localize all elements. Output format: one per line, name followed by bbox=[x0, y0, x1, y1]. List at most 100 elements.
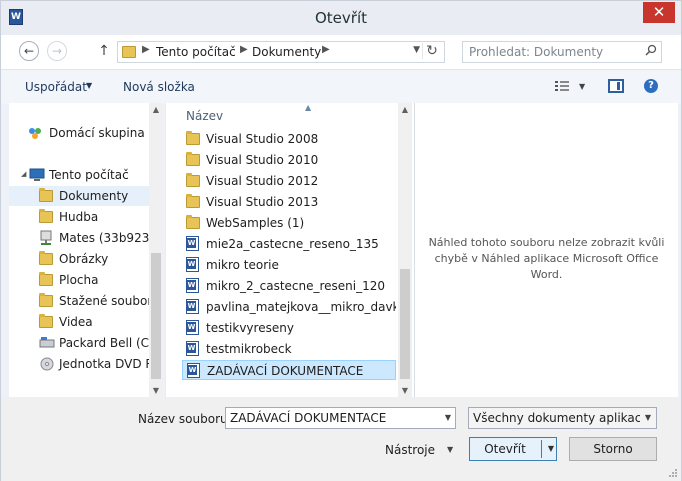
navigation-pane: Domácí skupina ◢ Tento počítač Dokumenty… bbox=[9, 103, 163, 397]
list-item[interactable]: mikro_2_castecne_reseni_120 bbox=[182, 276, 396, 296]
tools-button[interactable]: Nástroje bbox=[385, 443, 435, 457]
filename-label: Název souboru: bbox=[138, 412, 232, 426]
word-document-icon bbox=[186, 236, 199, 251]
list-item[interactable]: Visual Studio 2010 bbox=[182, 150, 396, 170]
search-icon[interactable] bbox=[645, 44, 657, 56]
help-icon[interactable]: ? bbox=[644, 79, 658, 93]
list-item[interactable]: Visual Studio 2008 bbox=[182, 129, 396, 149]
open-button[interactable]: Otevřít ▼ bbox=[469, 437, 557, 461]
file-list-scrollbar[interactable]: ▲ ▼ bbox=[398, 103, 412, 397]
history-dropdown-icon[interactable]: ▼ bbox=[413, 45, 420, 55]
scroll-down-arrow-icon[interactable]: ▼ bbox=[149, 386, 163, 395]
view-dropdown-icon[interactable]: ▼ bbox=[579, 82, 585, 91]
file-name: testmikrobeck bbox=[206, 342, 292, 356]
folder-icon bbox=[186, 215, 200, 229]
resize-grip-icon[interactable] bbox=[668, 468, 678, 478]
chevron-down-icon[interactable]: ▼ bbox=[86, 81, 92, 90]
pictures-folder-icon bbox=[39, 251, 53, 265]
chevron-down-icon[interactable]: ▼ bbox=[447, 445, 453, 454]
sidebar-item-documents[interactable]: Dokumenty bbox=[9, 186, 149, 206]
organize-button[interactable]: Uspořádat bbox=[25, 80, 87, 94]
chevron-down-icon[interactable]: ▼ bbox=[445, 413, 451, 422]
close-icon: ✕ bbox=[652, 3, 666, 21]
file-name: mikro teorie bbox=[206, 258, 279, 272]
sidebar-item-videos[interactable]: Videa bbox=[9, 312, 149, 332]
list-item[interactable]: pavlina_matejkova__mikro_davka1_5 bbox=[182, 297, 396, 317]
sidebar-item-mates[interactable]: Mates (33b9237f9 bbox=[9, 228, 163, 248]
breadcrumb-documents[interactable]: Dokumenty bbox=[252, 45, 321, 59]
address-bar[interactable]: ▶ Tento počítač ▶ Dokumenty ▶ ▼ ↻ bbox=[117, 41, 445, 63]
word-document-icon bbox=[186, 341, 199, 356]
file-name: Visual Studio 2012 bbox=[206, 174, 319, 188]
file-name: mikro_2_castecne_reseni_120 bbox=[206, 279, 386, 293]
sidebar-item-label: Obrázky bbox=[59, 252, 109, 266]
close-button[interactable]: ✕ bbox=[643, 2, 675, 23]
list-item-selected[interactable]: ZADÁVACÍ DOKUMENTACE bbox=[182, 360, 396, 380]
sidebar-item-label: Mates (33b9237f9 bbox=[59, 231, 163, 245]
search-input[interactable] bbox=[469, 44, 639, 60]
videos-folder-icon bbox=[39, 314, 53, 328]
list-item[interactable]: testikvyreseny bbox=[182, 318, 396, 338]
navigation-scrollbar[interactable]: ▲ ▼ bbox=[149, 103, 163, 397]
sidebar-item-homegroup[interactable]: Domácí skupina bbox=[9, 123, 149, 143]
expand-arrow-icon[interactable]: ◢ bbox=[21, 170, 26, 178]
file-name: testikvyreseny bbox=[206, 321, 294, 335]
desktop-folder-icon bbox=[39, 272, 53, 286]
chevron-down-icon: ▼ bbox=[640, 408, 656, 428]
network-drive-icon bbox=[40, 230, 52, 245]
scroll-up-arrow-icon[interactable]: ▲ bbox=[398, 105, 412, 114]
list-item[interactable]: mikro teorie bbox=[182, 255, 396, 275]
list-item[interactable]: Visual Studio 2012 bbox=[182, 171, 396, 191]
scrollbar-thumb[interactable] bbox=[151, 253, 161, 379]
forward-button[interactable]: → bbox=[47, 41, 67, 61]
open-options-dropdown-icon[interactable]: ▼ bbox=[548, 438, 554, 460]
folder-icon bbox=[186, 131, 200, 145]
split-divider bbox=[541, 440, 542, 458]
folder-icon bbox=[186, 194, 200, 208]
sidebar-item-pictures[interactable]: Obrázky bbox=[9, 249, 149, 269]
file-name: Visual Studio 2008 bbox=[206, 132, 319, 146]
cancel-button[interactable]: Storno bbox=[569, 437, 657, 461]
preview-pane-icon[interactable] bbox=[608, 79, 624, 93]
folder-icon bbox=[186, 173, 200, 187]
preview-message: Náhled tohoto souboru nelze zobrazit kvů… bbox=[419, 235, 674, 283]
sidebar-item-dvd[interactable]: Jednotka DVD RV bbox=[9, 354, 161, 374]
view-options-icon[interactable] bbox=[554, 79, 570, 93]
file-type-select[interactable]: Všechny dokumenty aplikace W ▼ bbox=[468, 407, 657, 429]
downloads-folder-icon bbox=[39, 293, 53, 307]
navigation-bar: ← → ↑ ▶ Tento počítač ▶ Dokumenty ▶ ▼ ↻ bbox=[1, 35, 681, 69]
word-document-icon bbox=[186, 257, 199, 272]
preview-message-line: chybě v Náhled aplikace Microsoft Office… bbox=[434, 252, 659, 281]
sidebar-item-this-pc[interactable]: ◢ Tento počítač bbox=[9, 165, 149, 185]
file-name: WebSamples (1) bbox=[206, 216, 305, 230]
list-item[interactable]: testmikrobeck bbox=[182, 339, 396, 359]
open-dialog: W Otevřít ✕ ← → ↑ ▶ Tento počítač ▶ Doku… bbox=[0, 0, 682, 481]
window-title: Otevřít bbox=[314, 9, 367, 27]
word-document-icon bbox=[186, 320, 199, 335]
refresh-button[interactable]: ↻ bbox=[422, 43, 441, 59]
sidebar-item-drive-c[interactable]: Packard Bell (C:) bbox=[9, 333, 158, 353]
up-button[interactable]: ↑ bbox=[97, 43, 111, 59]
column-header-name[interactable]: Název bbox=[186, 109, 223, 123]
new-folder-button[interactable]: Nová složka bbox=[123, 80, 195, 94]
scroll-up-arrow-icon[interactable]: ▲ bbox=[149, 105, 163, 114]
preview-pane: Náhled tohoto souboru nelze zobrazit kvů… bbox=[414, 103, 678, 397]
breadcrumb-this-pc[interactable]: Tento počítač bbox=[156, 45, 236, 59]
list-item[interactable]: WebSamples (1) bbox=[182, 213, 396, 233]
back-button[interactable]: ← bbox=[19, 41, 39, 61]
file-name: mie2a_castecne_reseno_135 bbox=[206, 237, 379, 251]
word-document-icon bbox=[186, 278, 199, 293]
sidebar-item-downloads[interactable]: Stažené soubory bbox=[9, 291, 159, 311]
sidebar-item-desktop[interactable]: Plocha bbox=[9, 270, 149, 290]
filename-field[interactable]: ZADÁVACÍ DOKUMENTACE ▼ bbox=[225, 407, 456, 429]
search-box bbox=[462, 41, 662, 63]
homegroup-icon bbox=[29, 128, 41, 139]
sidebar-item-label: Videa bbox=[59, 315, 93, 329]
scroll-down-arrow-icon[interactable]: ▼ bbox=[398, 386, 412, 395]
list-item[interactable]: mie2a_castecne_reseno_135 bbox=[182, 234, 396, 254]
sidebar-item-music[interactable]: Hudba bbox=[9, 207, 149, 227]
list-item[interactable]: Visual Studio 2013 bbox=[182, 192, 396, 212]
preview-message-line: Náhled tohoto souboru nelze zobrazit kvů… bbox=[428, 236, 665, 249]
scrollbar-thumb[interactable] bbox=[400, 269, 410, 379]
file-type-value: Všechny dokumenty aplikace W bbox=[473, 411, 657, 425]
